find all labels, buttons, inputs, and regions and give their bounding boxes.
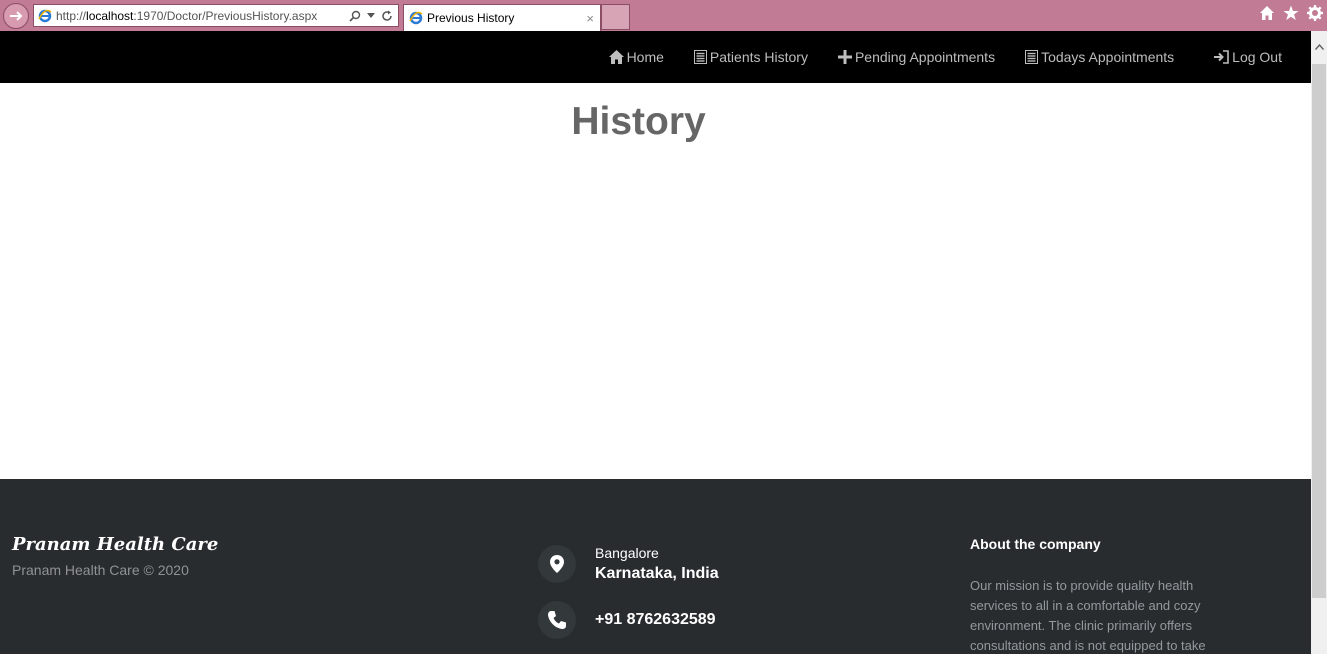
nav-patients-history-label: Patients History — [709, 49, 808, 65]
list-icon — [693, 50, 707, 64]
ie-logo-icon — [38, 9, 52, 22]
tab-close-button[interactable]: × — [586, 11, 594, 26]
url-text: http://localhost:1970/Doctor/PreviousHis… — [56, 8, 318, 23]
back-button[interactable] — [3, 3, 29, 29]
footer-copyright: Pranam Health Care © 2020 — [12, 562, 189, 578]
footer-state: Karnataka, India — [595, 565, 719, 582]
address-bar[interactable]: http://localhost:1970/Doctor/PreviousHis… — [33, 4, 399, 27]
footer-brand: Pranam Health Care — [12, 534, 219, 555]
tab-title: Previous History — [427, 11, 515, 25]
scroll-up-button[interactable] — [1311, 31, 1327, 63]
phone-icon-circle — [538, 601, 576, 639]
gear-icon[interactable] — [1307, 5, 1323, 21]
browser-chrome: http://localhost:1970/Doctor/PreviousHis… — [0, 0, 1327, 31]
nav-pending-appointments[interactable]: Pending Appointments — [837, 49, 996, 65]
nav-logout-label: Log Out — [1232, 49, 1282, 65]
login-arrow-icon — [1214, 50, 1229, 64]
map-marker-icon — [550, 555, 564, 573]
new-tab-button[interactable] — [601, 4, 630, 30]
ie-logo-icon — [409, 11, 423, 25]
footer: Pranam Health Care Pranam Health Care © … — [0, 479, 1311, 654]
home-icon[interactable] — [1259, 5, 1275, 21]
footer-city: Bangalore — [595, 545, 659, 561]
page-title: History — [571, 100, 706, 143]
nav-pending-appointments-label: Pending Appointments — [854, 49, 996, 65]
footer-phone: +91 8762632589 — [538, 601, 716, 639]
location-icon-circle — [538, 545, 576, 583]
scroll-thumb[interactable] — [1312, 64, 1326, 598]
nav-todays-appointments[interactable]: Todays Appointments — [1025, 49, 1174, 65]
footer-phone-number: +91 8762632589 — [595, 611, 716, 628]
dropdown-arrow-icon[interactable] — [367, 12, 375, 19]
footer-about-title: About the company — [970, 536, 1101, 552]
refresh-icon[interactable] — [381, 10, 393, 22]
top-navbar: Home Patients History Pending Appointmen… — [0, 31, 1311, 83]
footer-about: About the company Our mission is to prov… — [970, 536, 1220, 654]
nav-patients-history[interactable]: Patients History — [693, 49, 808, 65]
chevron-up-icon — [1314, 44, 1324, 50]
vertical-scrollbar[interactable] — [1311, 31, 1327, 654]
phone-icon — [548, 611, 566, 629]
plus-icon — [837, 50, 852, 64]
search-icon[interactable] — [349, 10, 361, 22]
footer-about-text: Our mission is to provide quality health… — [970, 578, 1206, 653]
main-content: History — [0, 83, 1311, 479]
footer-address: Bangalore Karnataka, India — [538, 545, 719, 583]
list-icon — [1025, 50, 1039, 64]
nav-todays-appointments-label: Todays Appointments — [1041, 49, 1175, 65]
favorites-star-icon[interactable] — [1283, 5, 1299, 21]
browser-tab[interactable]: Previous History × — [403, 4, 601, 31]
nav-home-label: Home — [626, 49, 664, 65]
home-icon — [608, 50, 624, 64]
nav-logout[interactable]: Log Out — [1214, 49, 1282, 65]
nav-home[interactable]: Home — [608, 49, 664, 65]
arrow-right-icon — [10, 11, 23, 21]
